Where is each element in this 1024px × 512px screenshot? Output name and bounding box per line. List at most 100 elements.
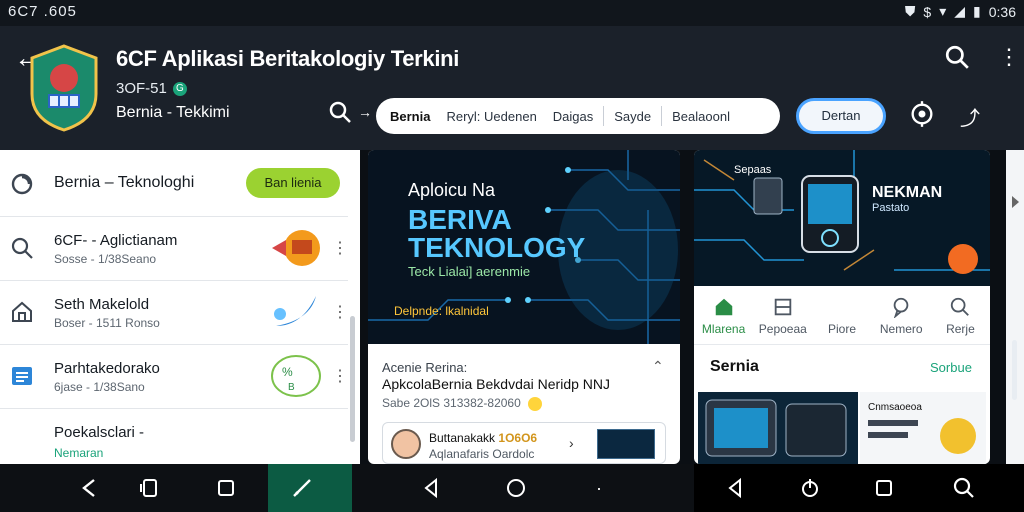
article-meta-text: Sabe 2OlS 313382-82060 <box>382 396 521 410</box>
home-icon <box>715 298 732 316</box>
left-list-panel: Bernia – Teknologhi Ban lienia 6CF- - Ag… <box>0 150 360 464</box>
hero-line3: TEKNOLOGY <box>408 232 586 263</box>
wifi-icon: ▾ <box>939 3 947 19</box>
list-item[interactable]: Poekalsclari - Nemaran <box>0 408 348 464</box>
list-item[interactable]: Seth Makelold Boser - 1511 Ronso ⋮ <box>0 280 348 344</box>
nav-piore[interactable]: Piore <box>812 290 871 342</box>
square-icon <box>774 298 792 316</box>
person-icon <box>831 296 853 318</box>
more-vertical-icon[interactable]: ⋮ <box>332 302 348 322</box>
recent-apps-icon[interactable] <box>138 476 162 500</box>
divider <box>694 344 990 345</box>
back-triangle-icon[interactable] <box>724 476 748 500</box>
feature-hero-small: Sepaas <box>734 164 772 176</box>
verified-icon: G <box>172 81 187 96</box>
list-item-title: 6CF- - Aglictianam <box>54 232 178 249</box>
pen-icon[interactable] <box>290 476 314 500</box>
dollar-icon: $ <box>923 3 932 20</box>
scrollbar[interactable] <box>350 316 355 442</box>
search-icon[interactable] <box>944 44 970 70</box>
author-name: Buttanakakk 1O6O6 <box>429 431 537 445</box>
list-item[interactable]: 6CF- - Aglictianam Sosse - 1/38Seano ⋮ <box>0 216 348 280</box>
feature-thumbnail[interactable] <box>698 392 858 464</box>
list-item[interactable]: Parhtakedorako 6jase - 1/38Sano % B ⋮ <box>0 344 348 408</box>
right-edge-panel <box>1006 150 1024 464</box>
shield-icon: ⛊ <box>904 3 916 19</box>
settings-icon[interactable] <box>908 100 936 128</box>
app-title: 6CF Aplikasi Beritakologiy Terkini <box>116 46 460 71</box>
article-category: Acenie Rerina: <box>382 360 468 375</box>
app-subline-text: 3OF-51 <box>116 80 167 97</box>
nav-label: Rerje <box>946 322 975 336</box>
nav-pepoeaa[interactable]: Pepoeaa <box>753 290 812 342</box>
list-header[interactable]: Bernia – Teknologhi Ban lienia <box>0 150 348 216</box>
feature-thumbnail[interactable]: Cnmsaoeoa <box>860 392 986 464</box>
author-description: Aqlanafaris Oardolc <box>429 447 535 461</box>
more-vertical-icon[interactable]: ⋮ <box>998 46 1020 68</box>
list-header-title: Bernia – Teknologhi <box>54 174 195 191</box>
tab-separator <box>661 106 663 126</box>
back-triangle-icon[interactable] <box>420 476 444 500</box>
app-bar: ← 6CF Aplikasi Beritakologiy Terkini 3OF… <box>0 26 1024 150</box>
feature-hero-image: Sepaas NEKMAN Pastato <box>694 150 990 286</box>
nav-nemero[interactable]: Nemero <box>872 290 931 342</box>
article-meta: Sabe 2OlS 313382-82060 <box>382 396 543 411</box>
section-title: Sernia <box>710 358 759 375</box>
section-link[interactable]: Sorbue <box>930 360 972 375</box>
svg-text:%: % <box>282 365 293 379</box>
article-card[interactable]: Aploicu Na BERIVA TEKNOLOGY Teck Lialai]… <box>368 150 680 464</box>
list-item-thumbnail <box>274 296 316 326</box>
author-card[interactable]: Buttanakakk 1O6O6 Aqlanafaris Oardolc › <box>382 422 666 464</box>
nav-mlarena[interactable]: Mlarena <box>694 290 753 342</box>
battery-icon: ▮ <box>973 3 981 19</box>
home-icon <box>12 301 32 322</box>
list-item-meta: Sosse - 1/38Seano <box>54 252 157 266</box>
list-item-title: Parhtakedorako <box>54 360 160 377</box>
tab-bernia[interactable]: Bernia <box>382 109 438 124</box>
nav-rerje[interactable]: Rerje <box>931 290 990 342</box>
app-subtitle: Bernia - Tekkimi <box>116 104 230 121</box>
tab-sayde[interactable]: Sayde <box>606 109 659 124</box>
search-icon[interactable] <box>952 476 976 500</box>
chat-icon <box>893 297 909 318</box>
app-subline: 3OF-51 G <box>116 80 187 97</box>
back-gesture-icon[interactable] <box>78 476 102 500</box>
svg-text:B: B <box>288 382 295 393</box>
hero-line1: Aploicu Na <box>408 180 496 200</box>
refresh-icon <box>11 173 33 195</box>
coin-illustration <box>868 418 976 454</box>
card-nav: Mlarena Pepoeaa Piore Nemero Rerje <box>694 290 990 342</box>
more-vertical-icon[interactable]: ⋮ <box>332 366 348 386</box>
chevron-right-icon[interactable]: › <box>569 435 574 451</box>
power-icon[interactable] <box>798 476 822 500</box>
square-icon[interactable] <box>872 476 896 500</box>
scrollbar[interactable] <box>1012 340 1017 400</box>
list-item-meta: 6jase - 1/38Sano <box>54 380 145 394</box>
feature-hero-title: NEKMAN <box>872 184 943 201</box>
home-circle-icon[interactable] <box>504 476 528 500</box>
list-header-button[interactable]: Ban lienia <box>246 168 340 198</box>
more-vertical-icon[interactable]: ⋮ <box>332 238 348 258</box>
play-icon[interactable] <box>1012 196 1019 208</box>
search-icon <box>951 297 970 316</box>
nav-label: Piore <box>828 322 857 336</box>
chevron-up-icon[interactable]: ⌃ <box>652 358 664 375</box>
hero-line5: Delpnde: lkalnidal <box>394 304 489 318</box>
dot-icon: · <box>596 478 602 498</box>
document-icon <box>12 367 32 385</box>
tab-reryl[interactable]: Reryl: Uedenen <box>438 109 544 124</box>
search-icon <box>11 237 33 259</box>
article-hero-image: Aploicu Na BERIVA TEKNOLOGY Teck Lialai]… <box>368 150 680 344</box>
tab-bealaoonl[interactable]: Bealaoonl <box>664 109 738 124</box>
orange-action-icon[interactable] <box>948 244 978 274</box>
square-icon[interactable] <box>214 476 238 500</box>
list-item-link[interactable]: Nemaran <box>54 446 103 460</box>
search-icon-secondary[interactable] <box>328 100 352 124</box>
tab-daigas[interactable]: Daigas <box>545 109 601 124</box>
app-logo <box>30 44 98 132</box>
tab-separator <box>603 106 605 126</box>
smile-icon <box>528 396 543 411</box>
follow-button[interactable]: Dertan <box>796 98 886 134</box>
share-icon[interactable]: ⤴ <box>960 102 980 131</box>
feature-card[interactable]: Sepaas NEKMAN Pastato Mlarena Pepoeaa Pi… <box>694 150 990 464</box>
